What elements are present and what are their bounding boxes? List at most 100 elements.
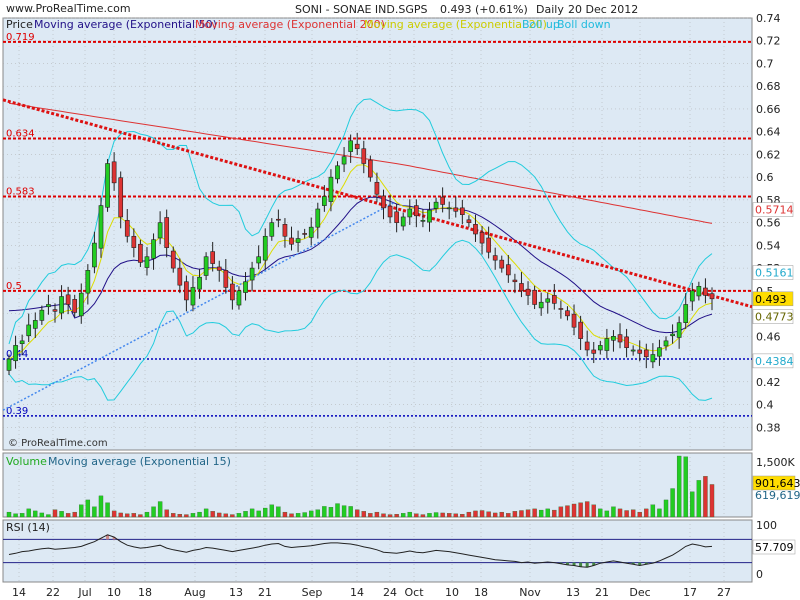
candle-body bbox=[52, 309, 58, 312]
volume-bar bbox=[387, 514, 393, 518]
volume-bar bbox=[46, 514, 51, 518]
candle-body bbox=[650, 354, 656, 363]
candle-body bbox=[617, 334, 623, 343]
volume-bar bbox=[33, 510, 38, 518]
volume-bar bbox=[289, 513, 294, 518]
x-tick-label: Oct bbox=[404, 586, 424, 599]
volume-bar bbox=[657, 508, 662, 518]
candle-body bbox=[545, 298, 551, 303]
x-tick-label: Aug bbox=[184, 586, 205, 599]
candle-body bbox=[604, 338, 610, 351]
candle-body bbox=[236, 290, 242, 306]
candle-body bbox=[473, 224, 478, 235]
x-tick-label: 10 bbox=[445, 586, 459, 599]
price-legend-entry: Moving average (Exponential 50) bbox=[34, 18, 217, 31]
volume-bar bbox=[171, 513, 176, 518]
candle-body bbox=[440, 196, 445, 205]
x-tick-label: 21 bbox=[258, 586, 272, 599]
candle-body bbox=[466, 219, 472, 223]
candle-body bbox=[289, 237, 294, 245]
volume-bar bbox=[558, 506, 564, 518]
volume-bar bbox=[473, 510, 478, 518]
volume-bar bbox=[447, 513, 452, 518]
candle-body bbox=[433, 201, 439, 209]
price-legend-entry: Boll up bbox=[522, 18, 560, 31]
volume-bar bbox=[460, 514, 465, 518]
x-tick-label: 14 bbox=[350, 586, 364, 599]
candle-body bbox=[565, 310, 570, 317]
volume-bar bbox=[217, 512, 222, 518]
candle-body bbox=[657, 347, 662, 357]
x-tick-label: Dec bbox=[629, 586, 650, 599]
price-level-label: 0.634 bbox=[6, 129, 35, 140]
price-value-tag-label: 0.5714 bbox=[755, 204, 794, 217]
volume-bar bbox=[157, 501, 163, 518]
candle-body bbox=[663, 340, 669, 347]
candle-body bbox=[479, 231, 485, 244]
candle-body bbox=[138, 243, 143, 263]
volume-bar bbox=[138, 514, 143, 518]
rsi-y-tick-label: 100 bbox=[756, 519, 777, 532]
candle-body bbox=[499, 259, 505, 269]
volume-bar bbox=[709, 484, 715, 518]
rsi-y-tick-label: 0 bbox=[756, 568, 763, 581]
volume-bar bbox=[519, 510, 524, 518]
candle-body bbox=[230, 283, 235, 301]
candle-body bbox=[46, 304, 51, 308]
candle-body bbox=[26, 324, 32, 337]
candle-body bbox=[111, 161, 117, 184]
site-label: www.ProRealTime.com bbox=[6, 2, 131, 15]
x-tick-label: 13 bbox=[229, 586, 243, 599]
volume-bar bbox=[552, 509, 557, 518]
candle-body bbox=[459, 207, 465, 215]
volume-bar bbox=[538, 509, 544, 518]
candle-body bbox=[124, 220, 130, 237]
price-y-tick-label: 0.56 bbox=[756, 217, 781, 230]
volume-bar bbox=[407, 511, 412, 518]
volume-bar bbox=[177, 514, 183, 518]
price-y-tick-label: 0.54 bbox=[756, 239, 781, 252]
x-tick-label: 24 bbox=[383, 586, 397, 599]
volume-bar bbox=[690, 491, 695, 518]
instrument-title: SONI - SONAE IND.SGPS bbox=[295, 3, 427, 16]
volume-bar bbox=[355, 509, 360, 518]
candle-body bbox=[151, 239, 156, 259]
candle-body bbox=[131, 235, 137, 248]
candle-body bbox=[203, 256, 209, 276]
candle-body bbox=[624, 336, 629, 348]
volume-bar bbox=[322, 506, 327, 518]
price-value-tag-label: 0.493 bbox=[755, 293, 787, 306]
candle-body bbox=[446, 207, 452, 210]
candle-body bbox=[85, 270, 91, 294]
date-label: 20 Dec 2012 bbox=[568, 3, 638, 16]
volume-bar bbox=[236, 513, 242, 518]
price-level-label: 0.39 bbox=[6, 406, 28, 417]
volume-bar bbox=[328, 507, 334, 518]
price-y-tick-label: 0.38 bbox=[756, 421, 781, 434]
quote-label: 0.493 (+0.61%) bbox=[440, 3, 528, 16]
volume-bar bbox=[433, 512, 439, 518]
x-tick-label: Nov bbox=[519, 586, 541, 599]
volume-bar bbox=[249, 508, 255, 518]
volume-bar bbox=[151, 506, 156, 518]
volume-bar bbox=[670, 488, 675, 518]
volume-bar bbox=[401, 513, 406, 518]
candle-body bbox=[374, 181, 380, 195]
candle-body bbox=[643, 349, 649, 358]
volume-bar bbox=[125, 513, 130, 518]
candle-body bbox=[486, 237, 491, 253]
price-y-tick-label: 0.6 bbox=[756, 171, 774, 184]
price-legend-entry: Moving average (Exponential 200) bbox=[195, 18, 385, 31]
candle-body bbox=[177, 267, 183, 286]
volume-legend-entry: Moving average (Exponential 15) bbox=[48, 455, 231, 468]
volume-bar bbox=[525, 509, 531, 518]
candle-body bbox=[381, 195, 386, 209]
candle-body bbox=[170, 250, 176, 269]
candle-body bbox=[630, 349, 636, 352]
volume-bar bbox=[263, 507, 268, 518]
candle-body bbox=[190, 287, 196, 306]
candle-body bbox=[348, 140, 353, 152]
volume-bar bbox=[630, 509, 636, 518]
candle-body bbox=[558, 308, 564, 310]
volume-bar bbox=[420, 514, 426, 518]
